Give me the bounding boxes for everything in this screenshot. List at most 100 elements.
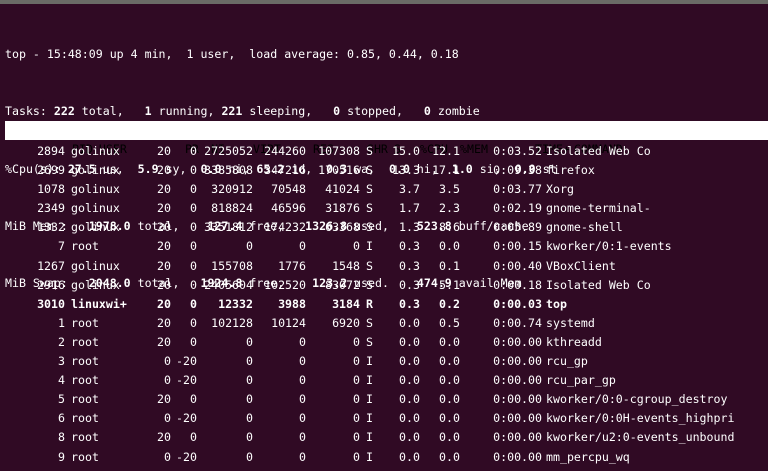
cell-res: 3988 — [278, 296, 306, 311]
cell-command: systemd — [546, 315, 595, 330]
process-row: 2699 golinux 20 0 3385808 347216 170516 S 13.3 17… — [5, 161, 734, 180]
cell-mem: 12.1 — [432, 144, 460, 158]
cell-mem: 0.0 — [439, 411, 460, 426]
cell-pr: 20 — [157, 334, 171, 349]
cell-res: 0 — [299, 430, 306, 445]
cell-shr: 41024 — [325, 182, 360, 197]
cell-pr: 0 — [164, 373, 171, 388]
cell-time: 0:03.52 — [493, 144, 542, 158]
cell-command: Isolated Web Co — [546, 277, 651, 292]
process-row: 5 root 20 0 0 0 0 I 0.0 0.0 0:00.00 kworker/0:0-cgr… — [5, 390, 734, 409]
cell-pr: 20 — [157, 296, 171, 311]
process-row: 1078 golinux 20 0 320912 70548 41024 S 3.7 3.5 0:0… — [5, 180, 734, 199]
cell-virt: 155708 — [211, 258, 253, 273]
cell-mem: 0.0 — [439, 354, 460, 369]
cell-res: 244260 — [264, 144, 306, 158]
cell-mem: 2.3 — [439, 201, 460, 216]
cell-virt: 3351812 — [204, 220, 253, 235]
cell-command: top — [546, 296, 567, 311]
cell-ni: 0 — [190, 239, 197, 254]
process-row: 1332 golinux 20 0 3351812 174232 63368 S 1.3 8.6 0… — [5, 218, 734, 237]
tasks-running: 1 — [144, 104, 152, 119]
cell-res: 70548 — [271, 182, 306, 197]
cell-res: 0 — [299, 373, 306, 388]
cell-time: 0:00.03 — [493, 296, 542, 311]
cell-shr: 3184 — [332, 296, 360, 311]
cell-state: S — [366, 220, 373, 235]
cell-pr: 0 — [164, 411, 171, 426]
cell-pid: 1 — [58, 315, 65, 330]
cell-mem: 3.5 — [439, 182, 460, 197]
cell-pr: 20 — [157, 201, 171, 216]
cell-time: 0:00.18 — [493, 277, 542, 292]
process-row: 2 root 20 0 0 0 0 S 0.0 0.0 0:00.00 kthreadd — [5, 333, 734, 352]
cell-cpu: 13.3 — [392, 163, 420, 178]
cell-virt: 0 — [246, 373, 253, 388]
cell-pid: 2699 — [37, 163, 65, 178]
cell-mem: 0.0 — [439, 449, 460, 464]
cell-state: I — [366, 449, 373, 464]
cell-time: 0:00.00 — [493, 354, 542, 369]
cell-state: I — [366, 392, 373, 407]
cell-mem: 0.0 — [439, 373, 460, 388]
cell-res: 174232 — [264, 220, 306, 235]
cell-time: 0:03.77 — [493, 182, 542, 197]
cell-pid: 2 — [58, 334, 65, 349]
cell-ni: 0 — [190, 182, 197, 197]
cell-command: kworker/0:1-events — [546, 239, 672, 254]
cell-virt: 0 — [246, 449, 253, 464]
cell-pid: 2916 — [37, 277, 65, 292]
cell-time: 0:00.00 — [493, 449, 542, 464]
terminal-window[interactable]: top - 15:48:09 up 4 min, 1 user, load av… — [0, 0, 768, 471]
cell-shr: 6920 — [332, 315, 360, 330]
cell-ni: 0 — [190, 163, 197, 178]
cell-command: Isolated Web Co — [546, 144, 651, 158]
cell-mem: 0.2 — [439, 296, 460, 311]
cell-pr: 20 — [157, 220, 171, 235]
cell-virt: 0 — [246, 392, 253, 407]
cell-pid: 8 — [58, 430, 65, 445]
process-table: 2894 golinux 20 0 2725052 244260 107308 S 15.0 12… — [5, 142, 734, 467]
tasks-running-label: running, — [151, 104, 222, 119]
cell-pr: 20 — [157, 163, 171, 178]
cell-mem: 0.0 — [439, 334, 460, 349]
cell-res: 0 — [299, 354, 306, 369]
cell-ni: -20 — [176, 354, 197, 369]
cell-state: I — [366, 239, 373, 254]
cell-pr: 20 — [157, 239, 171, 254]
cell-user: golinux — [71, 220, 120, 235]
cell-virt: 2725052 — [204, 144, 253, 158]
cell-cpu: 0.0 — [399, 411, 420, 426]
process-row: 1 root 20 0 102128 10124 6920 S 0.0 0.5 0:00.74 sys… — [5, 314, 734, 333]
cell-user: golinux — [71, 144, 120, 158]
cell-time: 0:00.00 — [493, 392, 542, 407]
cell-user: root — [71, 411, 99, 426]
cell-pr: 0 — [164, 354, 171, 369]
cell-command: VBoxClient — [546, 258, 616, 273]
cell-cpu: 1.7 — [399, 201, 420, 216]
cell-time: 0:09.38 — [493, 163, 542, 178]
cell-cpu: 0.0 — [399, 449, 420, 464]
cell-ni: 0 — [190, 277, 197, 292]
cell-mem: 0.0 — [439, 239, 460, 254]
cell-ni: 0 — [190, 392, 197, 407]
cell-cpu: 0.0 — [399, 354, 420, 369]
cell-pid: 3 — [58, 354, 65, 369]
cell-ni: -20 — [176, 449, 197, 464]
tasks-total-label: total, — [74, 104, 145, 119]
tasks-stopped-label: stopped, — [340, 104, 424, 119]
cell-pr: 20 — [157, 144, 171, 158]
cell-state: I — [366, 430, 373, 445]
cell-command: rcu_par_gp — [546, 373, 616, 388]
cell-res: 10124 — [271, 315, 306, 330]
process-row: 6 root 0 -20 0 0 0 I 0.0 0.0 0:00.00 kworker/0:0H-e… — [5, 409, 734, 428]
cell-virt: 0 — [246, 334, 253, 349]
process-row: 1267 golinux 20 0 155708 1776 1548 S 0.3 0.1 0:00.… — [5, 257, 734, 276]
cell-time: 0:00.00 — [493, 373, 542, 388]
cell-virt: 0 — [246, 354, 253, 369]
cell-cpu: 0.3 — [399, 296, 420, 311]
cell-virt: 2405604 — [204, 277, 253, 292]
cell-shr: 0 — [353, 373, 360, 388]
process-row: 4 root 0 -20 0 0 0 I 0.0 0.0 0:00.00 rcu_par_gp — [5, 371, 734, 390]
cell-shr: 0 — [353, 334, 360, 349]
